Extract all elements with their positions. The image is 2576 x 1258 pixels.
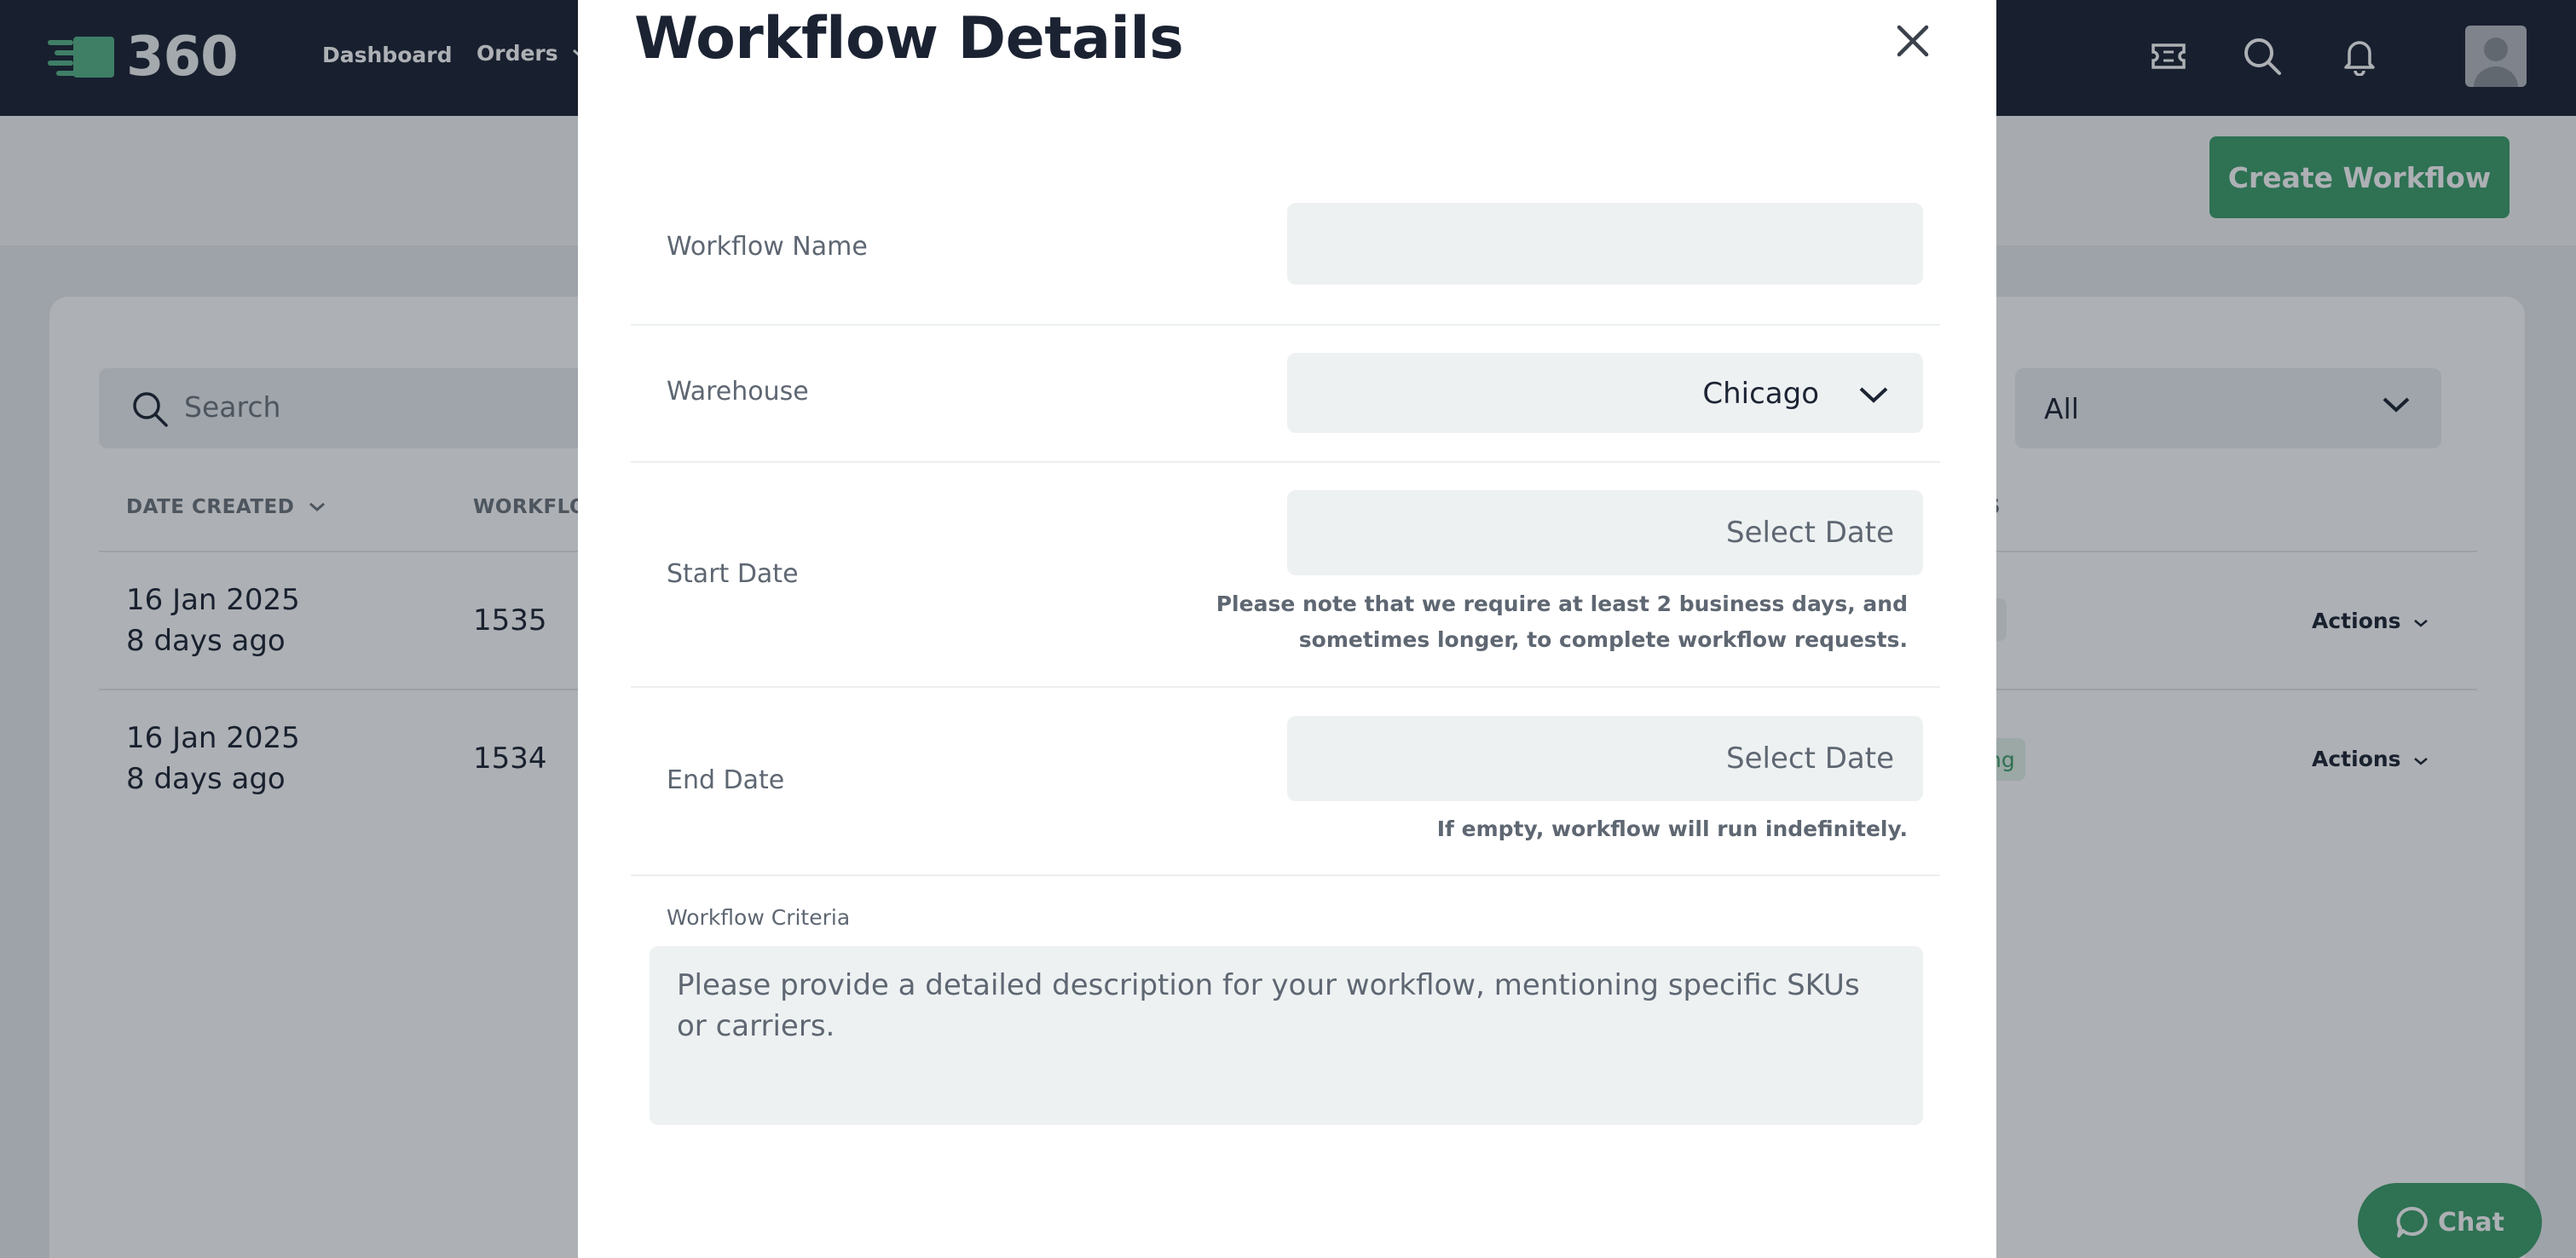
end-date-label: End Date (667, 765, 785, 795)
start-date-note: Please note that we require at least 2 b… (1216, 586, 1908, 658)
modal-title: Workflow Details (634, 5, 1184, 72)
workflow-name-label: Workflow Name (667, 232, 868, 262)
close-icon[interactable] (1892, 20, 1933, 61)
chevron-down-icon (1859, 387, 1888, 403)
workflow-criteria-placeholder: Please provide a detailed description fo… (677, 968, 1860, 1043)
end-date-placeholder: Select Date (1726, 742, 1894, 776)
divider (631, 461, 1940, 463)
divider (631, 686, 1940, 688)
end-date-picker[interactable]: Select Date (1287, 716, 1923, 801)
start-date-note-line: Please note that we require at least 2 b… (1216, 591, 1908, 616)
divider (631, 874, 1940, 876)
workflow-name-input[interactable] (1287, 203, 1923, 285)
start-date-placeholder: Select Date (1726, 516, 1894, 550)
workflow-details-modal: Workflow Details Workflow Name Warehouse… (578, 0, 1996, 1258)
start-date-label: Start Date (667, 559, 799, 589)
warehouse-value: Chicago (1702, 377, 1819, 411)
divider (631, 324, 1940, 326)
workflow-criteria-label: Workflow Criteria (667, 905, 851, 930)
warehouse-select[interactable]: Chicago (1287, 353, 1923, 433)
warehouse-label: Warehouse (667, 377, 809, 407)
start-date-picker[interactable]: Select Date (1287, 490, 1923, 575)
end-date-note: If empty, workflow will run indefinitely… (1436, 817, 1908, 841)
start-date-note-line: sometimes longer, to complete workflow r… (1298, 627, 1908, 652)
